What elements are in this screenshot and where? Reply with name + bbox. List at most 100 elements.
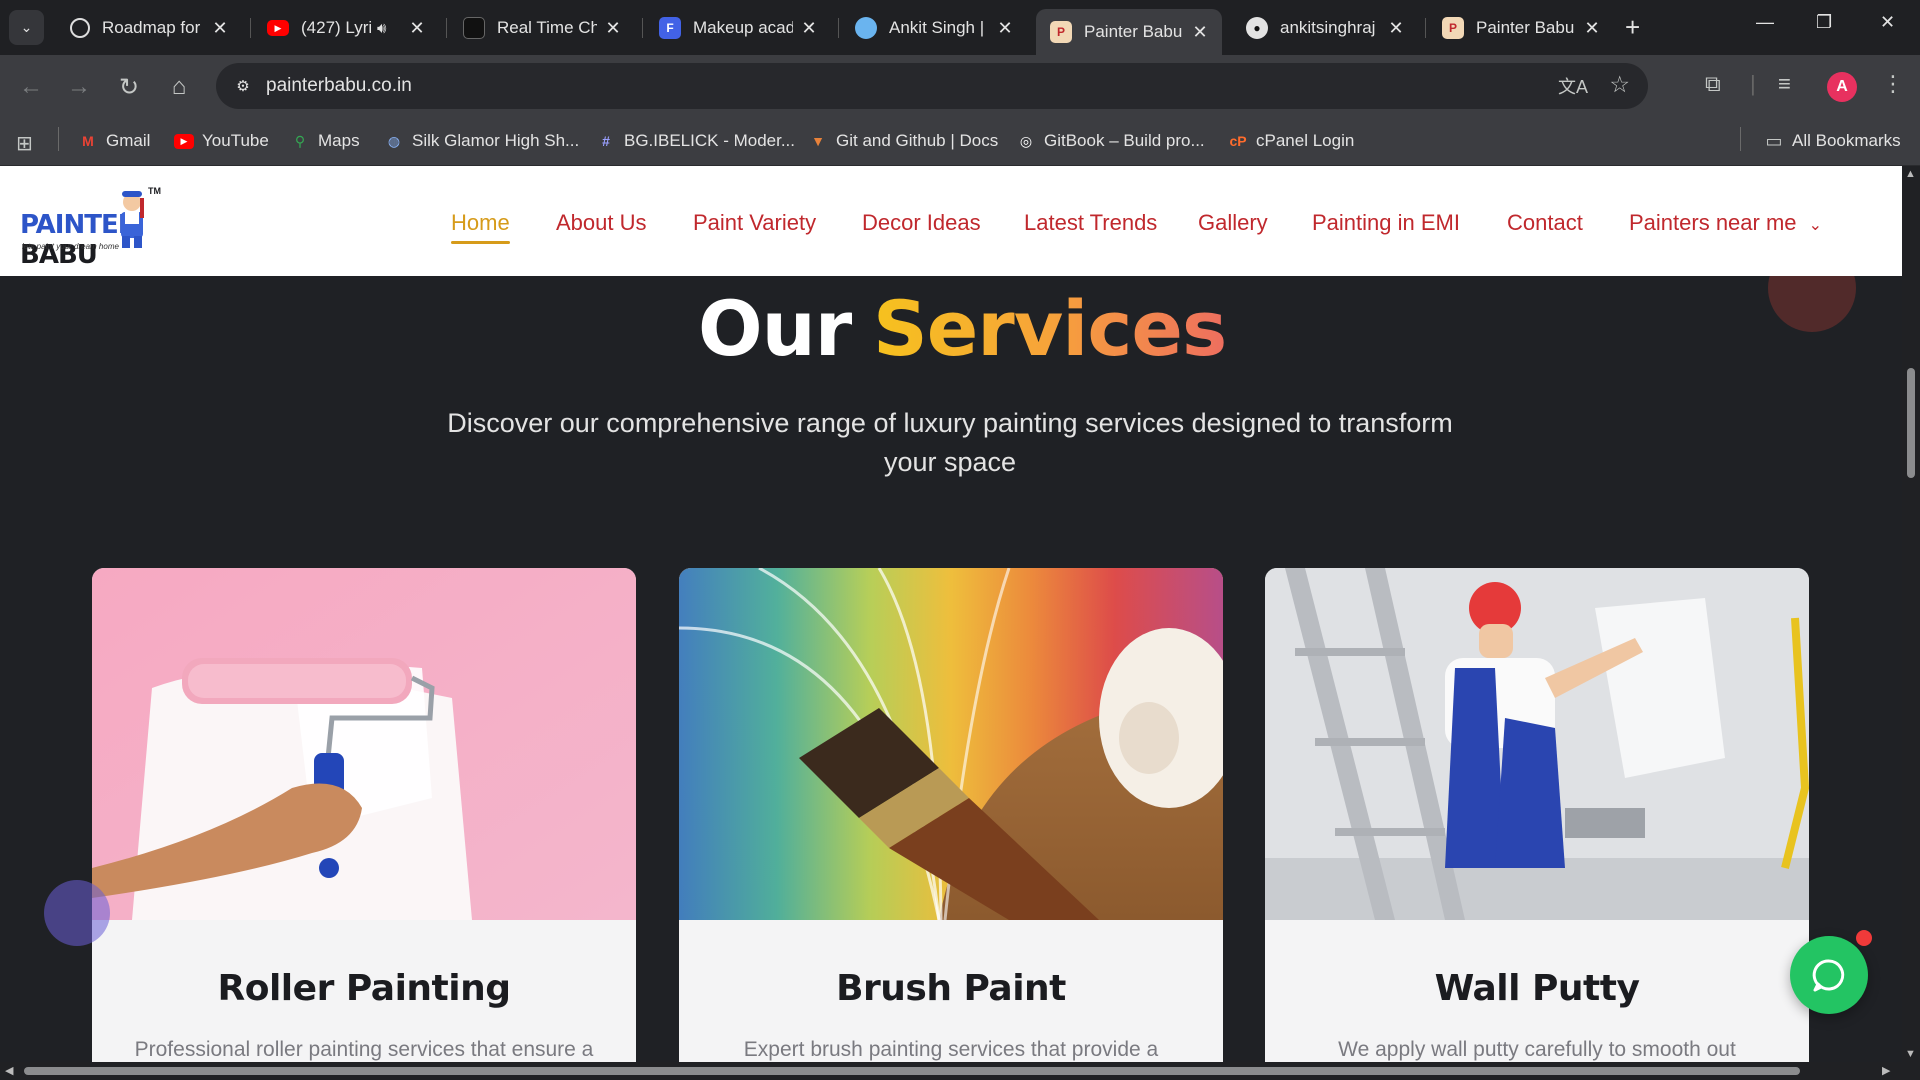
bookmark-label: YouTube: [202, 131, 269, 150]
section-subtitle: Discover our comprehensive range of luxu…: [447, 408, 1453, 477]
bookmark-gitbook[interactable]: ◎ GitBook – Build pro...: [1016, 131, 1205, 151]
translate-icon[interactable]: 文A: [1558, 73, 1588, 99]
speaker-icon[interactable]: 🔊︎: [377, 20, 386, 37]
close-icon[interactable]: ✕: [210, 18, 230, 39]
all-bookmarks[interactable]: ▭ All Bookmarks: [1764, 131, 1900, 151]
card-title: Wall Putty: [1434, 968, 1640, 1009]
wall-putty-image: [1265, 568, 1809, 920]
page-viewport: PAINTERBABU TM lets paint your dream hom…: [0, 166, 1902, 1062]
vertical-scrollbar[interactable]: ▲ ▼: [1902, 166, 1920, 1062]
painter-icon: P: [1442, 17, 1464, 39]
restore-icon[interactable]: ❐: [1816, 12, 1832, 33]
nav-painters-near-me-label: Painters near me: [1629, 210, 1797, 235]
tab-github[interactable]: ● ankitsinghraj ✕: [1232, 9, 1418, 47]
service-card-roller-painting[interactable]: Roller Painting Professional roller pain…: [92, 568, 636, 1062]
nav-decor-ideas[interactable]: Decor Ideas: [862, 210, 981, 236]
bookmark-git-github[interactable]: ▼ Git and Github | Docs: [808, 131, 998, 151]
close-icon[interactable]: ✕: [799, 18, 819, 39]
apps-grid-icon[interactable]: ⊞: [16, 131, 33, 156]
close-icon[interactable]: ✕: [1582, 18, 1602, 39]
minimize-icon[interactable]: —: [1756, 12, 1774, 33]
tab-search-button[interactable]: ⌄: [9, 10, 44, 45]
tab-painter-babu-active[interactable]: P Painter Babu ✕: [1036, 9, 1222, 55]
painter-icon: P: [1050, 21, 1072, 43]
browser-tab-strip: ⌄ Roadmap for ✕ ▶ (427) Lyric 🔊︎ ✕ Real …: [0, 0, 1920, 55]
brush-paint-image: [679, 568, 1223, 920]
site-info-icon[interactable]: ⚙: [228, 71, 258, 101]
bookmarks-divider: [1740, 127, 1741, 151]
new-tab-button[interactable]: +: [1625, 12, 1640, 43]
tab-separator: [838, 18, 839, 38]
close-icon[interactable]: ✕: [603, 18, 623, 39]
vertical-scroll-thumb[interactable]: [1907, 368, 1915, 478]
scroll-up-icon[interactable]: ▲: [1905, 168, 1916, 180]
close-icon[interactable]: ✕: [1386, 18, 1406, 39]
bookmark-label: Maps: [318, 131, 360, 150]
close-icon[interactable]: ✕: [1190, 22, 1210, 43]
bookmark-star-icon[interactable]: ☆: [1609, 71, 1630, 98]
nav-contact[interactable]: Contact: [1507, 210, 1583, 236]
bookmark-bg-ibelick[interactable]: # BG.IBELICK - Moder...: [596, 131, 795, 151]
service-card-wall-putty[interactable]: Wall Putty We apply wall putty carefully…: [1265, 568, 1809, 1062]
decorative-circle: [44, 880, 110, 946]
bookmark-maps[interactable]: ⚲ Maps: [290, 131, 360, 151]
nav-about-us[interactable]: About Us: [556, 210, 647, 236]
scroll-down-icon[interactable]: ▼: [1905, 1048, 1916, 1060]
close-icon[interactable]: ✕: [407, 18, 427, 39]
globe-icon: ◍: [387, 132, 401, 149]
section-title-services: Services: [873, 284, 1227, 373]
section-title-our: Our: [698, 284, 852, 373]
nav-painting-in-emi[interactable]: Painting in EMI: [1312, 210, 1460, 236]
tab-painter-babu-2[interactable]: P Painter Babu ✕: [1428, 9, 1614, 47]
bookmark-youtube[interactable]: ▶ YouTube: [174, 131, 269, 151]
bookmark-silk-glamor[interactable]: ◍ Silk Glamor High Sh...: [384, 131, 579, 151]
tab-makeup[interactable]: F Makeup acad ✕: [645, 9, 831, 47]
address-bar[interactable]: ⚙ painterbabu.co.in 文A ☆: [216, 63, 1648, 109]
tab-separator: [642, 18, 643, 38]
cpanel-icon: cP: [1229, 133, 1247, 149]
horizontal-scrollbar[interactable]: ◀ ▶: [0, 1062, 1920, 1080]
tab-realtime[interactable]: Real Time Ch ✕: [449, 9, 635, 47]
openai-icon: [70, 18, 90, 38]
scroll-right-icon[interactable]: ▶: [1882, 1064, 1890, 1077]
portfolio-icon: [855, 17, 877, 39]
bookmarks-divider: [58, 127, 59, 151]
tab-title: Ankit Singh |: [889, 18, 985, 37]
bookmark-label: BG.IBELICK - Moder...: [624, 131, 796, 150]
nav-gallery[interactable]: Gallery: [1198, 210, 1268, 236]
browser-toolbar: ← → ↻ ⌂ ⚙ painterbabu.co.in 文A ☆ ⧉ | ≡ ⋮: [0, 55, 1920, 118]
profile-avatar[interactable]: A: [1827, 72, 1857, 102]
maps-icon: ⚲: [294, 132, 306, 149]
doc-icon: ▼: [811, 133, 825, 149]
tab-roadmap[interactable]: Roadmap for ✕: [56, 9, 242, 47]
youtube-icon: ▶: [174, 133, 194, 149]
whatsapp-chat-button[interactable]: [1790, 936, 1868, 1014]
service-card-brush-paint[interactable]: Brush Paint Expert brush painting servic…: [679, 568, 1223, 1062]
menu-icon[interactable]: ⋮: [1882, 71, 1904, 97]
nav-painters-near-me[interactable]: Painters near me ⌄: [1629, 210, 1822, 236]
scroll-left-icon[interactable]: ◀: [5, 1064, 13, 1077]
window-close-icon[interactable]: ✕: [1880, 12, 1895, 33]
extensions-icon[interactable]: ⧉: [1705, 71, 1721, 97]
nav-paint-variety[interactable]: Paint Variety: [693, 210, 816, 236]
tab-title: (427) Lyric: [301, 18, 371, 37]
painter-babu-logo[interactable]: PAINTERBABU TM lets paint your dream hom…: [20, 186, 212, 270]
media-control-icon[interactable]: ≡: [1778, 71, 1791, 97]
bookmark-cpanel[interactable]: cP cPanel Login: [1228, 131, 1354, 151]
tab-youtube[interactable]: ▶ (427) Lyric 🔊︎ ✕: [253, 9, 439, 47]
tab-ankit[interactable]: Ankit Singh | ✕: [841, 9, 1027, 47]
url-text[interactable]: painterbabu.co.in: [266, 75, 412, 97]
bookmark-gmail[interactable]: M Gmail: [78, 131, 150, 151]
close-icon[interactable]: ✕: [995, 18, 1015, 39]
logo-tagline: lets paint your dream home: [22, 242, 119, 251]
hash-icon: #: [602, 133, 610, 149]
forward-icon[interactable]: →: [64, 73, 94, 101]
nav-latest-trends[interactable]: Latest Trends: [1024, 210, 1157, 236]
painter-mascot-icon: [121, 191, 144, 248]
nav-home[interactable]: Home: [451, 210, 510, 244]
site-header: PAINTERBABU TM lets paint your dream hom…: [0, 166, 1902, 276]
back-icon[interactable]: ←: [16, 73, 46, 101]
home-icon[interactable]: ⌂: [164, 73, 194, 101]
reload-icon[interactable]: ↻: [114, 73, 144, 102]
horizontal-scroll-thumb[interactable]: [24, 1067, 1800, 1075]
